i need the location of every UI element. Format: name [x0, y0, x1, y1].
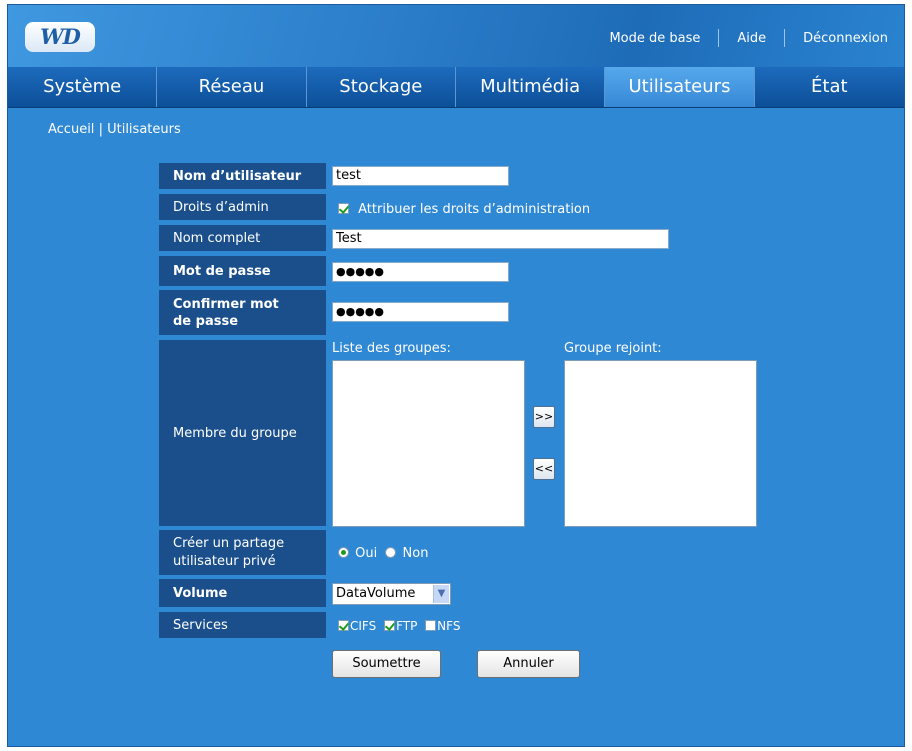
password-label-text: Mot de passe: [173, 263, 271, 279]
submit-button[interactable]: Soumettre: [332, 650, 441, 678]
fullname-label-text: Nom complet: [173, 230, 261, 246]
private-share-label-line2: utilisateur privé: [173, 553, 276, 569]
confirm-password-label-line2: de passe: [173, 313, 239, 329]
password-input[interactable]: ●●●●●: [332, 262, 509, 282]
tab-users[interactable]: Utilisateurs: [605, 67, 755, 107]
nfs-checkbox[interactable]: [425, 620, 437, 631]
username-label-text: Nom d’utilisateur: [173, 168, 302, 184]
link-divider: [784, 29, 786, 47]
services-label-text: Services: [173, 617, 228, 633]
main-nav: Système Réseau Stockage Multimédia Utili…: [8, 67, 904, 108]
volume-label: Volume: [159, 579, 326, 607]
breadcrumb-home[interactable]: Accueil: [48, 122, 94, 137]
services-label: Services: [159, 612, 326, 638]
confirm-password-label-line1: Confirmer mot: [173, 296, 279, 312]
volume-selected-value: DataVolume: [336, 586, 416, 601]
wd-logo: WD: [25, 22, 95, 52]
group-member-label-text: Membre du groupe: [173, 425, 297, 441]
cancel-button[interactable]: Annuler: [477, 650, 580, 678]
header-links: Mode de base Aide Déconnexion: [609, 29, 888, 47]
admin-rights-checkbox[interactable]: [338, 203, 349, 214]
header-bar: WD Mode de base Aide Déconnexion: [8, 5, 904, 67]
tab-status[interactable]: État: [755, 67, 904, 107]
private-share-no-radio[interactable]: [385, 547, 397, 558]
ftp-checkbox[interactable]: [384, 620, 396, 631]
volume-select[interactable]: DataVolume ▼: [332, 583, 451, 605]
private-share-yes-label: Oui: [355, 546, 378, 561]
volume-label-text: Volume: [173, 585, 228, 601]
fullname-label: Nom complet: [159, 225, 326, 251]
username-label: Nom d’utilisateur: [159, 163, 326, 189]
admin-rights-option: Attribuer les droits d’administration: [338, 202, 590, 217]
ftp-label: FTP: [396, 619, 418, 633]
admin-rights-checkbox-label: Attribuer les droits d’administration: [358, 202, 591, 217]
nfs-label: NFS: [437, 619, 461, 633]
add-group-button[interactable]: >>: [533, 406, 555, 428]
logout-link[interactable]: Déconnexion: [803, 31, 888, 46]
password-label: Mot de passe: [159, 256, 326, 286]
username-input[interactable]: test: [332, 166, 509, 186]
services-options: CIFS FTP NFS: [338, 619, 460, 633]
admin-rights-label: Droits d’admin: [159, 194, 326, 220]
joined-group-heading: Groupe rejoint:: [564, 341, 662, 356]
app-frame: WD Mode de base Aide Déconnexion Système…: [7, 4, 905, 747]
tab-network[interactable]: Réseau: [157, 67, 307, 107]
tab-storage[interactable]: Stockage: [307, 67, 456, 107]
breadcrumb-separator: |: [98, 122, 103, 137]
group-member-label: Membre du groupe: [159, 340, 326, 526]
remove-group-button[interactable]: <<: [533, 458, 555, 480]
private-share-no-label: Non: [402, 546, 429, 561]
private-share-yes-radio[interactable]: [338, 547, 349, 558]
confirm-password-label: Confirmer mot de passe: [159, 290, 326, 335]
private-share-label-line1: Créer un partage: [173, 535, 285, 551]
tab-system[interactable]: Système: [8, 67, 158, 107]
joined-group-box[interactable]: [564, 360, 757, 527]
link-divider: [718, 29, 720, 47]
basic-mode-link[interactable]: Mode de base: [609, 31, 700, 46]
private-share-options: Oui Non: [338, 546, 428, 561]
group-list-heading: Liste des groupes:: [332, 341, 451, 356]
group-list-box[interactable]: [332, 360, 525, 527]
confirm-password-input[interactable]: ●●●●●: [332, 302, 509, 322]
chevron-down-icon[interactable]: ▼: [433, 585, 449, 603]
breadcrumb-current[interactable]: Utilisateurs: [107, 122, 181, 137]
private-share-label: Créer un partage utilisateur privé: [159, 530, 326, 575]
breadcrumb: Accueil | Utilisateurs: [48, 122, 181, 137]
tab-multimedia[interactable]: Multimédia: [456, 67, 606, 107]
help-link[interactable]: Aide: [737, 31, 766, 46]
cifs-checkbox[interactable]: [338, 620, 349, 631]
fullname-input[interactable]: Test: [332, 229, 669, 249]
admin-rights-label-text: Droits d’admin: [173, 199, 269, 215]
cifs-label: CIFS: [350, 619, 377, 633]
